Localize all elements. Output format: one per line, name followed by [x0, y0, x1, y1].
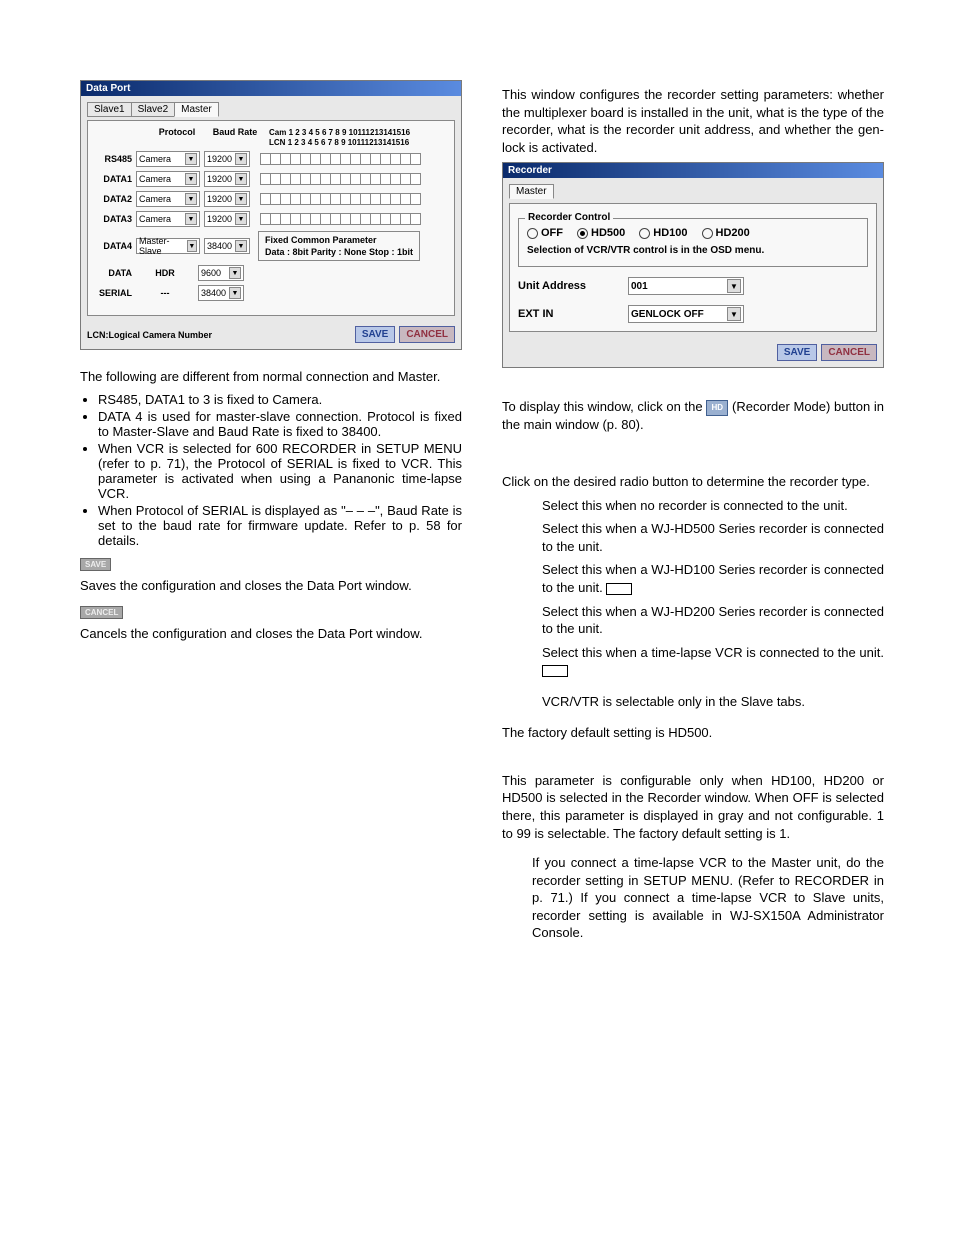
- row-data: DATA HDR 9600▼: [94, 265, 448, 281]
- chevron-down-icon: ▼: [185, 173, 197, 185]
- cancel-button-ref: CANCEL: [80, 606, 123, 619]
- data2-protocol-select[interactable]: Camera▼: [136, 191, 200, 207]
- data1-baud-select[interactable]: 19200▼: [204, 171, 250, 187]
- chevron-down-icon: ▼: [229, 267, 241, 279]
- data-port-tabs: Slave1 Slave2 Master: [87, 102, 455, 117]
- left-bullets: RS485, DATA1 to 3 is fixed to Camera. DA…: [98, 392, 462, 548]
- chevron-down-icon: ▼: [229, 287, 241, 299]
- extin-select[interactable]: GENLOCK OFF▼: [628, 305, 744, 323]
- serial-baud-select[interactable]: 38400▼: [198, 285, 244, 301]
- vcr-checkbox: [542, 665, 568, 677]
- display-instruction: To display this window, click on the HD …: [502, 398, 884, 433]
- opt-hd500: Select this when a WJ-HD500 Series recor…: [542, 520, 884, 555]
- chevron-down-icon: ▼: [235, 173, 247, 185]
- recorder-save-button[interactable]: SAVE: [777, 344, 818, 361]
- data2-baud-select[interactable]: 19200▼: [204, 191, 250, 207]
- data4-baud-select[interactable]: 38400▼: [204, 238, 250, 254]
- data1-protocol-select[interactable]: Camera▼: [136, 171, 200, 187]
- opt-hd100: Select this when a WJ-HD100 Series recor…: [542, 561, 884, 596]
- save-button-ref: SAVE: [80, 558, 111, 571]
- save-desc: Saves the configuration and closes the D…: [80, 577, 462, 595]
- chevron-down-icon: ▼: [235, 153, 247, 165]
- row-data1: DATA1 Camera▼ 19200▼: [94, 171, 448, 187]
- fixed-common-parameter: Fixed Common Parameter Data : 8bit Parit…: [258, 231, 420, 261]
- radio-hd100[interactable]: HD100: [639, 227, 687, 239]
- right-intro: This window configures the recorder sett…: [502, 86, 884, 156]
- data-port-save-button[interactable]: SAVE: [355, 326, 396, 343]
- vcr-note: VCR/VTR is selectable only in the Slave …: [542, 693, 884, 711]
- chevron-down-icon: ▼: [185, 153, 197, 165]
- chevron-down-icon: ▼: [235, 240, 247, 252]
- tab-slave2[interactable]: Slave2: [131, 102, 176, 117]
- data-baud-select[interactable]: 9600▼: [198, 265, 244, 281]
- radio-hd200[interactable]: HD200: [702, 227, 750, 239]
- row-data4: DATA4 Master-Slave▼ 38400▼ Fixed Common …: [94, 231, 448, 261]
- default-note: The factory default setting is HD500.: [502, 724, 884, 742]
- data3-protocol-select[interactable]: Camera▼: [136, 211, 200, 227]
- osd-note: Selection of VCR/VTR control is in the O…: [527, 245, 859, 256]
- left-intro: The following are different from normal …: [80, 368, 462, 386]
- cancel-desc: Cancels the configuration and closes the…: [80, 625, 462, 643]
- recorder-window: Recorder Master Recorder Control OFF HD5…: [502, 162, 884, 368]
- hdr-protocol: Protocol: [147, 127, 207, 147]
- row-rs485: RS485 Camera▼ 19200▼: [94, 151, 448, 167]
- data-port-titlebar: Data Port: [81, 81, 461, 96]
- hd100-checkbox: [606, 583, 632, 595]
- chevron-down-icon: ▼: [187, 240, 197, 252]
- extin-label: EXT IN: [518, 308, 608, 320]
- tab-slave1[interactable]: Slave1: [87, 102, 132, 117]
- rs485-baud-select[interactable]: 19200▼: [204, 151, 250, 167]
- unit-para: This parameter is configurable only when…: [502, 772, 884, 842]
- data4-protocol-select[interactable]: Master-Slave▼: [136, 238, 200, 254]
- lcn-footnote: LCN:Logical Camera Number: [87, 330, 212, 340]
- chevron-down-icon: ▼: [185, 193, 197, 205]
- radio-hd500[interactable]: HD500: [577, 227, 625, 239]
- data-port-cancel-button[interactable]: CANCEL: [399, 326, 455, 343]
- rs485-protocol-select[interactable]: Camera▼: [136, 151, 200, 167]
- recorder-cancel-button[interactable]: CANCEL: [821, 344, 877, 361]
- recorder-control-frame: Recorder Control OFF HD500 HD100 HD200 S…: [518, 218, 868, 267]
- unit-address-label: Unit Address: [518, 280, 608, 292]
- recorder-mode-icon: HD: [706, 400, 728, 416]
- chevron-down-icon: ▼: [235, 193, 247, 205]
- chevron-down-icon: ▼: [727, 279, 741, 293]
- chevron-down-icon: ▼: [727, 307, 741, 321]
- hdr-baud: Baud Rate: [211, 127, 259, 147]
- unit-address-select[interactable]: 001▼: [628, 277, 744, 295]
- recorder-titlebar: Recorder: [503, 163, 883, 178]
- row-data2: DATA2 Camera▼ 19200▼: [94, 191, 448, 207]
- rc-intro: Click on the desired radio button to det…: [502, 473, 884, 491]
- opt-off: Select this when no recorder is connecte…: [542, 497, 884, 515]
- row-serial: SERIAL --- 38400▼: [94, 285, 448, 301]
- opt-vcr: Select this when a time-lapse VCR is con…: [542, 644, 884, 679]
- data3-baud-select[interactable]: 19200▼: [204, 211, 250, 227]
- recorder-tab-master[interactable]: Master: [509, 184, 554, 199]
- chevron-down-icon: ▼: [235, 213, 247, 225]
- tab-master[interactable]: Master: [174, 102, 219, 117]
- row-data3: DATA3 Camera▼ 19200▼: [94, 211, 448, 227]
- data-port-window: Data Port Slave1 Slave2 Master Protocol …: [80, 80, 462, 350]
- chevron-down-icon: ▼: [185, 213, 197, 225]
- radio-off[interactable]: OFF: [527, 227, 563, 239]
- opt-hd200: Select this when a WJ-HD200 Series recor…: [542, 603, 884, 638]
- note-block: If you connect a time-lapse VCR to the M…: [532, 854, 884, 942]
